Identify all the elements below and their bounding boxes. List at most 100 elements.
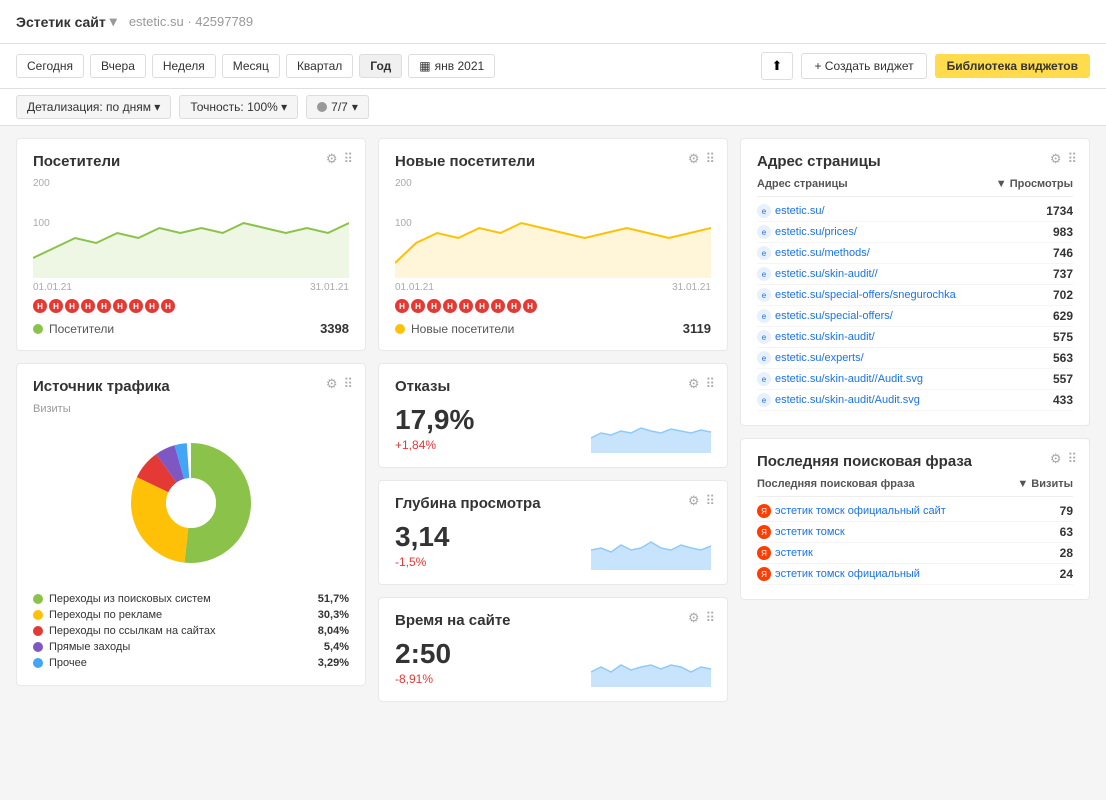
gear-icon[interactable]: ⚙ — [1050, 151, 1062, 167]
bounce-change: +1,84% — [395, 438, 474, 452]
search-phrase-3[interactable]: Я эстетик томск официальный — [757, 567, 920, 581]
url-icon-3: e — [757, 267, 771, 281]
bounce-title: Отказы — [395, 378, 711, 395]
grid-icon[interactable]: ⠿ — [705, 376, 715, 392]
address-url-3[interactable]: e estetic.su/skin-audit// — [757, 267, 878, 281]
grid-icon[interactable]: ⠿ — [705, 610, 715, 626]
address-url-2[interactable]: e estetic.su/methods/ — [757, 246, 870, 260]
gear-icon[interactable]: ⚙ — [688, 610, 700, 626]
address-row-3: e estetic.su/skin-audit// 737 — [757, 264, 1073, 285]
gear-icon[interactable]: ⚙ — [326, 376, 338, 392]
depth-change: -1,5% — [395, 555, 450, 569]
new-visitors-svg — [395, 178, 711, 278]
period-today[interactable]: Сегодня — [16, 54, 84, 78]
visitors-title: Посетители — [33, 153, 349, 170]
time-change: -8,91% — [395, 672, 451, 686]
traffic-source-subtitle: Визиты — [33, 403, 349, 415]
visitors-widget: Посетители ⚙ ⠿ 200 100 01.01.21 31.01.21… — [16, 138, 366, 351]
search-phrase-actions[interactable]: ⚙ ⠿ — [1050, 451, 1077, 467]
date-picker-button[interactable]: ▦ янв 2021 — [408, 54, 495, 78]
toolbar-right: ⬆ + Создать виджет Библиотека виджетов — [761, 52, 1090, 80]
address-url-1[interactable]: e estetic.su/prices/ — [757, 225, 857, 239]
visitors-chart: 200 100 — [33, 178, 349, 278]
search-row-2: Я эстетик 28 — [757, 543, 1073, 564]
grid-icon[interactable]: ⠿ — [343, 376, 353, 392]
accuracy-select[interactable]: Точность: 100% ▾ — [179, 95, 298, 119]
gear-icon[interactable]: ⚙ — [1050, 451, 1062, 467]
main-content: Посетители ⚙ ⠿ 200 100 01.01.21 31.01.21… — [0, 126, 1106, 714]
nv-marker-5: Н — [459, 299, 473, 313]
traffic-legend-2: Переходы по ссылкам на сайтах 8,04% — [33, 623, 349, 639]
site-title[interactable]: Эстетик сайт ▾ — [16, 13, 117, 30]
middle-column: Новые посетители ⚙ ⠿ 200 100 01.01.21 31… — [378, 138, 728, 702]
traffic-dot-2 — [33, 626, 43, 636]
search-phrase-1[interactable]: Я эстетик томск — [757, 525, 845, 539]
chevron-icon: ▾ — [110, 13, 117, 30]
bounce-actions[interactable]: ⚙ ⠿ — [688, 376, 715, 392]
time-value: 2:50 — [395, 638, 451, 670]
left-column: Посетители ⚙ ⠿ 200 100 01.01.21 31.01.21… — [16, 138, 366, 702]
period-year[interactable]: Год — [359, 54, 402, 78]
create-widget-button[interactable]: + Создать виджет — [801, 53, 926, 79]
address-row-2: e estetic.su/methods/ 746 — [757, 243, 1073, 264]
search-phrase-2[interactable]: Я эстетик — [757, 546, 813, 560]
library-button[interactable]: Библиотека виджетов — [935, 54, 1090, 78]
period-quarter[interactable]: Квартал — [286, 54, 353, 78]
bounce-stat: 17,9% +1,84% — [395, 403, 711, 453]
grid-icon[interactable]: ⠿ — [1067, 151, 1077, 167]
address-url-6[interactable]: e estetic.su/skin-audit/ — [757, 330, 875, 344]
nv-marker-4: Н — [443, 299, 457, 313]
marker-9: Н — [161, 299, 175, 313]
address-actions[interactable]: ⚙ ⠿ — [1050, 151, 1077, 167]
depth-actions[interactable]: ⚙ ⠿ — [688, 493, 715, 509]
url-icon-0: e — [757, 204, 771, 218]
period-month[interactable]: Месяц — [222, 54, 280, 78]
traffic-legend-3: Прямые заходы 5,4% — [33, 639, 349, 655]
donut-container — [33, 423, 349, 583]
address-url-0[interactable]: e estetic.su/ — [757, 204, 825, 218]
detail-select[interactable]: Детализация: по дням ▾ — [16, 95, 171, 119]
gear-icon[interactable]: ⚙ — [326, 151, 338, 167]
export-button[interactable]: ⬆ — [761, 52, 794, 80]
counter-select[interactable]: 7/7 ▾ — [306, 95, 369, 119]
traffic-dot-3 — [33, 642, 43, 652]
url-icon-7: e — [757, 351, 771, 365]
grid-icon[interactable]: ⠿ — [705, 493, 715, 509]
search-phrase-title: Последняя поисковая фраза — [757, 453, 1073, 470]
address-url-8[interactable]: e estetic.su/skin-audit//Audit.svg — [757, 372, 923, 386]
address-url-5[interactable]: e estetic.su/special-offers/ — [757, 309, 893, 323]
chevron-down-icon: ▾ — [154, 100, 160, 114]
date-icon: ▦ — [419, 59, 430, 73]
time-chart — [591, 637, 711, 687]
nv-date-range: 01.01.21 31.01.21 — [395, 282, 711, 293]
grid-icon[interactable]: ⠿ — [343, 151, 353, 167]
grid-icon[interactable]: ⠿ — [1067, 451, 1077, 467]
search-phrase-table-header: Последняя поисковая фраза ▼ Визиты — [757, 478, 1073, 497]
period-week[interactable]: Неделя — [152, 54, 216, 78]
address-row-6: e estetic.su/skin-audit/ 575 — [757, 327, 1073, 348]
gear-icon[interactable]: ⚙ — [688, 376, 700, 392]
grid-icon[interactable]: ⠿ — [705, 151, 715, 167]
traffic-source-actions[interactable]: ⚙ ⠿ — [326, 376, 353, 392]
gear-icon[interactable]: ⚙ — [688, 493, 700, 509]
search-phrase-0[interactable]: Я эстетик томск официальный сайт — [757, 504, 946, 518]
address-url-7[interactable]: e estetic.su/experts/ — [757, 351, 864, 365]
sub-toolbar: Детализация: по дням ▾ Точность: 100% ▾ … — [0, 89, 1106, 126]
nv-legend-item: Новые посетители — [395, 322, 514, 336]
site-name-label: Эстетик сайт — [16, 14, 106, 30]
chevron-down-icon: ▾ — [281, 100, 287, 114]
visitors-actions[interactable]: ⚙ ⠿ — [326, 151, 353, 167]
address-url-9[interactable]: e estetic.su/skin-audit/Audit.svg — [757, 393, 920, 407]
counter-dot-icon — [317, 102, 327, 112]
time-actions[interactable]: ⚙ ⠿ — [688, 610, 715, 626]
address-url-4[interactable]: e estetic.su/special-offers/snegurochka.… — [757, 288, 957, 302]
new-visitors-actions[interactable]: ⚙ ⠿ — [688, 151, 715, 167]
yandex-icon-1: Я — [757, 525, 771, 539]
export-icon: ⬆ — [772, 58, 783, 73]
address-row-8: e estetic.su/skin-audit//Audit.svg 557 — [757, 369, 1073, 390]
gear-icon[interactable]: ⚙ — [688, 151, 700, 167]
period-yesterday[interactable]: Вчера — [90, 54, 146, 78]
marker-8: Н — [145, 299, 159, 313]
date-label: янв 2021 — [435, 59, 485, 73]
address-row-5: e estetic.su/special-offers/ 629 — [757, 306, 1073, 327]
